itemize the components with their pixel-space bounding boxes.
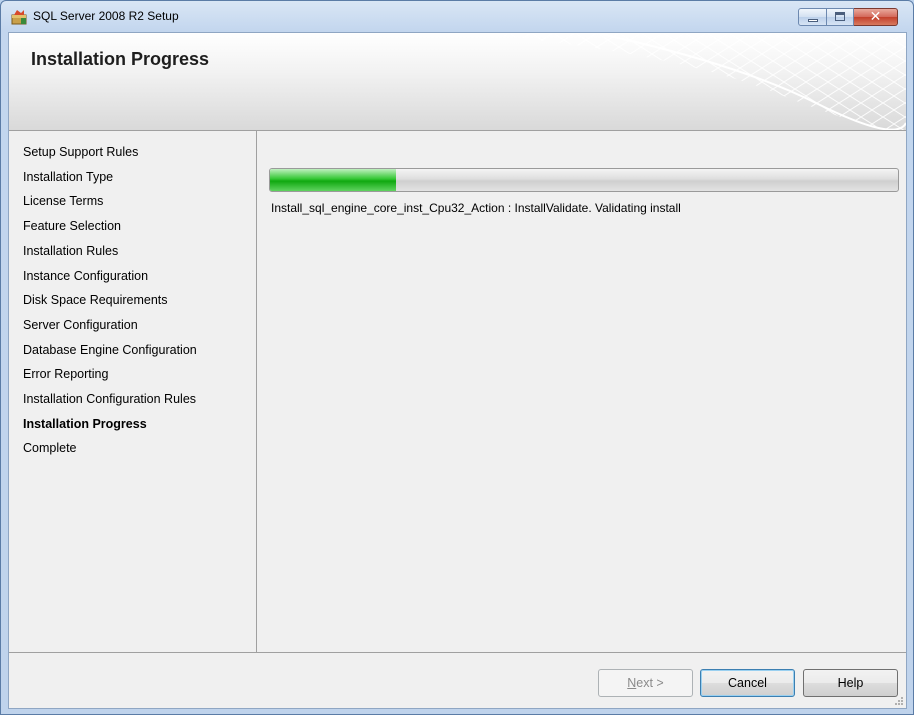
step-navigation: Setup Support Rules Installation Type Lice… [9,131,257,652]
sidebar-item-setup-support-rules[interactable]: Setup Support Rules [23,145,138,159]
dialog-client: Installation Progress Setup Support Rule… [8,32,907,709]
header-wave-decoration [476,33,906,130]
minimize-icon [808,19,818,22]
sidebar-item-error-reporting[interactable]: Error Reporting [23,367,108,381]
next-button[interactable]: Next > [598,669,693,697]
button-bar: Next > Cancel Help [9,652,906,708]
next-mnemonic: N [627,676,637,690]
cancel-button[interactable]: Cancel [700,669,795,697]
help-button[interactable]: Help [803,669,898,697]
sidebar-item-disk-space-requirements[interactable]: Disk Space Requirements [23,293,168,307]
sidebar-item-license-terms[interactable]: License Terms [23,194,103,208]
progress-bar-fill [270,169,396,191]
resize-grip-icon[interactable] [894,696,904,706]
sidebar-item-installation-progress[interactable]: Installation Progress [23,417,147,431]
sidebar-item-installation-rules[interactable]: Installation Rules [23,244,118,258]
next-label: ext > [636,676,664,690]
close-icon: ✕ [869,9,882,25]
minimize-button[interactable] [798,8,827,26]
sidebar-item-complete[interactable]: Complete [23,441,77,455]
page-header: Installation Progress [9,33,906,131]
main-content: Install_sql_engine_core_inst_Cpu32_Actio… [258,131,906,652]
sidebar-item-server-configuration[interactable]: Server Configuration [23,318,138,332]
sidebar-item-database-engine-configuration[interactable]: Database Engine Configuration [23,343,197,357]
sidebar-item-installation-type[interactable]: Installation Type [23,170,113,184]
setup-window: SQL Server 2008 R2 Setup ✕ Installation … [0,0,914,715]
maximize-icon [835,12,845,21]
sidebar-item-installation-configuration-rules[interactable]: Installation Configuration Rules [23,392,196,406]
page-title: Installation Progress [31,49,210,69]
installation-progress-bar [269,168,899,192]
close-button[interactable]: ✕ [854,8,898,26]
sql-setup-icon [11,10,27,25]
title-bar[interactable]: SQL Server 2008 R2 Setup ✕ [1,1,913,31]
progress-status-text: Install_sql_engine_core_inst_Cpu32_Actio… [271,201,681,215]
maximize-button[interactable] [827,8,854,26]
sidebar-item-instance-configuration[interactable]: Instance Configuration [23,269,148,283]
window-title: SQL Server 2008 R2 Setup [33,9,179,23]
sidebar-item-feature-selection[interactable]: Feature Selection [23,219,121,233]
